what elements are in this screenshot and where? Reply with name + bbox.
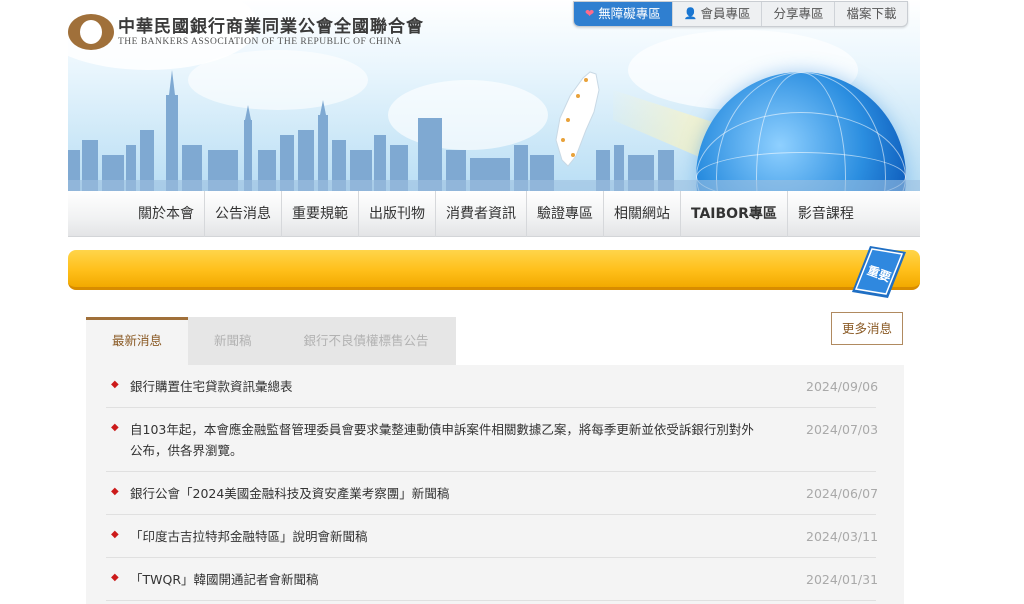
list-item[interactable]: ◆ 「印度古吉拉特邦金融特區」說明會新聞稿 2024/03/11 [106, 515, 879, 558]
news-panel: 最新消息 新聞稿 銀行不良債權標售公告 更多消息 ◆ 銀行購置住宅貸款資訊彙總表… [86, 312, 904, 604]
news-date: 2024/09/06 [806, 379, 879, 394]
share-link-label: 分享專區 [773, 6, 824, 21]
nav-item-consumer-info[interactable]: 消費者資訊 [436, 191, 527, 237]
accessibility-link-label: 無障礙專區 [598, 6, 661, 21]
nav-item-video-courses[interactable]: 影音課程 [788, 191, 864, 237]
news-title[interactable]: 「印度古吉拉特邦金融特區」說明會新聞稿 [130, 526, 806, 547]
tab-press-releases[interactable]: 新聞稿 [188, 317, 278, 365]
nav-item-publications[interactable]: 出版刊物 [359, 191, 436, 237]
news-date: 2024/01/31 [806, 572, 879, 587]
diamond-bullet-icon: ◆ [111, 422, 119, 433]
list-item[interactable]: ◆ 銀行公會「2024美國金融科技及資安產業考察團」新聞稿 2024/06/07 [106, 472, 879, 515]
tab-npl-auctions[interactable]: 銀行不良債權標售公告 [278, 317, 455, 365]
news-title[interactable]: 銀行公會「2024美國金融科技及資安產業考察團」新聞稿 [130, 483, 806, 504]
news-date: 2024/06/07 [806, 486, 879, 501]
nav-item-related-sites[interactable]: 相關網站 [604, 191, 681, 237]
news-tabs: 最新消息 新聞稿 銀行不良債權標售公告 [86, 317, 456, 365]
accessibility-link[interactable]: ❤ 無障礙專區 [574, 2, 672, 26]
nav-item-regulations[interactable]: 重要規範 [282, 191, 359, 237]
logo-name-en: THE BANKERS ASSOCIATION OF THE REPUBLIC … [118, 36, 402, 47]
important-news-marquee[interactable] [68, 250, 920, 290]
diamond-bullet-icon: ◆ [111, 379, 119, 390]
list-item[interactable]: ◆ 自103年起，本會應金融監督管理委員會要求彙整連動債申訴案件相關數據乙案，將… [106, 408, 879, 472]
share-link[interactable]: 分享專區 [761, 2, 834, 26]
member-link[interactable]: 👤 會員專區 [671, 2, 762, 26]
news-list: ◆ 銀行購置住宅貸款資訊彙總表 2024/09/06 ◆ 自103年起，本會應金… [86, 365, 904, 604]
diamond-bullet-icon: ◆ [111, 486, 119, 497]
member-link-label: 會員專區 [700, 6, 751, 21]
tab-latest-news[interactable]: 最新消息 [86, 317, 189, 365]
list-item[interactable]: ◆ 銀行購置住宅貸款資訊彙總表 2024/09/06 [106, 365, 879, 408]
important-ribbon-icon: 重要 [852, 246, 906, 298]
list-item[interactable]: ◆ 「TWQR」韓國開通記者會新聞稿 2024/01/31 [106, 558, 879, 601]
diamond-bullet-icon: ◆ [111, 529, 119, 540]
bank-association-logo-icon [68, 14, 114, 50]
nav-item-about[interactable]: 關於本會 [128, 191, 205, 237]
file-download-link[interactable]: 檔案下載 [834, 2, 907, 26]
top-utility-links: ❤ 無障礙專區 👤 會員專區 分享專區 檔案下載 [573, 1, 909, 27]
diamond-bullet-icon: ◆ [111, 572, 119, 583]
heart-icon: ❤ [585, 7, 595, 20]
person-icon: 👤 [683, 7, 698, 20]
site-logo[interactable]: 中華民國銀行商業同業公會全國聯合會 THE BANKERS ASSOCIATIO… [68, 14, 424, 50]
news-title[interactable]: 「TWQR」韓國開通記者會新聞稿 [130, 569, 806, 590]
news-title[interactable]: 銀行購置住宅貸款資訊彙總表 [130, 376, 806, 397]
file-download-link-label: 檔案下載 [846, 6, 897, 21]
logo-name-cn: 中華民國銀行商業同業公會全國聯合會 [118, 16, 424, 37]
nav-item-taibor[interactable]: TAIBOR專區 [681, 191, 788, 237]
main-nav: 關於本會 公告消息 重要規範 出版刊物 消費者資訊 驗證專區 相關網站 TAIB… [68, 191, 920, 237]
news-title[interactable]: 自103年起，本會應金融監督管理委員會要求彙整連動債申訴案件相關數據乙案，將每季… [130, 419, 806, 461]
more-news-button[interactable]: 更多消息 [831, 312, 903, 345]
nav-item-verification[interactable]: 驗證專區 [527, 191, 604, 237]
news-date: 2024/07/03 [806, 422, 879, 437]
news-date: 2024/03/11 [806, 529, 879, 544]
nav-item-announcements[interactable]: 公告消息 [205, 191, 282, 237]
